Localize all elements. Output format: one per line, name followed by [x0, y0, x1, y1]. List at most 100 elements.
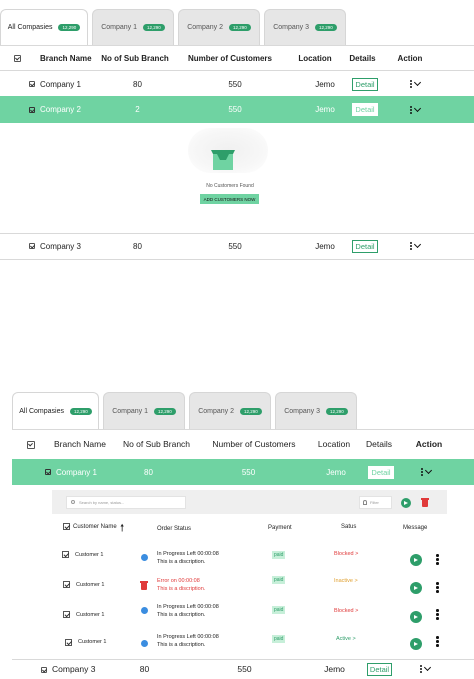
detail-button[interactable]: Detail [366, 662, 393, 676]
sort-arrow-icon[interactable]: 🠕 [120, 521, 124, 538]
tab-label: Company 1 [112, 407, 149, 415]
table-row[interactable]: Company 3 80 550 Jemo Detail [0, 238, 474, 254]
chevron-down-icon[interactable] [423, 663, 431, 672]
tab-company-1[interactable]: Company 1 12,290 [92, 9, 174, 45]
tab-all-companies[interactable]: All Compasies 12,290 [0, 9, 88, 45]
send-message-icon[interactable] [410, 611, 422, 623]
send-message-icon[interactable] [410, 554, 422, 566]
tab-badge: 12,290 [69, 407, 92, 415]
chevron-down-icon[interactable] [413, 240, 422, 249]
col-action: Action [397, 53, 423, 63]
customer-name: Customer 1 [78, 639, 107, 645]
tab-company-3[interactable]: Company 3 12,290 [264, 9, 346, 45]
order-status: In Progress Left 00:00:08 [157, 634, 219, 640]
tab-label: Company 2 [198, 407, 235, 415]
more-icon[interactable] [436, 609, 439, 620]
search-input[interactable]: Search by name, status... [66, 496, 186, 509]
order-description: This is a discription. [157, 586, 206, 592]
col-sub-branch: No of Sub Branch [101, 53, 169, 63]
tab-company-3[interactable]: Company 3 12,290 [275, 392, 357, 429]
status-link[interactable]: Active > [336, 636, 356, 642]
table-row[interactable]: Company 3 80 550 Jemo Detail [12, 661, 474, 677]
order-status: Error on 00:00:08 [157, 578, 200, 584]
more-icon[interactable] [436, 636, 439, 647]
error-trash-icon[interactable] [140, 581, 148, 590]
table-row-selected[interactable]: Company 1 80 550 Jemo Detail [12, 459, 474, 485]
row-checkbox[interactable] [45, 469, 51, 476]
status-link[interactable]: Inactive > [334, 578, 358, 584]
more-icon[interactable] [410, 80, 412, 88]
tab-label: Company 2 [187, 24, 224, 31]
detail-button[interactable]: Detail [368, 465, 394, 479]
tab-label: Company 3 [273, 24, 310, 31]
location: Jemo [315, 241, 335, 251]
sub-branch-count: 80 [133, 79, 142, 89]
order-description: This is a discription. [157, 612, 206, 618]
select-all-customers-checkbox[interactable] [63, 523, 70, 530]
branch-name: Company 3 [52, 664, 96, 674]
detail-button[interactable]: Detail [352, 103, 378, 116]
col-details: Details [349, 53, 376, 63]
add-customers-button[interactable]: ADD CUSTOMERS NOW [200, 194, 259, 204]
row-divider [12, 659, 474, 660]
send-message-icon[interactable] [410, 582, 422, 594]
customer-checkbox[interactable] [65, 639, 72, 646]
row-divider [0, 233, 474, 234]
top-tab-bar: All Compasies 12,290 Company 1 12,290 Co… [0, 9, 346, 45]
row-divider [0, 70, 474, 71]
customer-checkbox[interactable] [62, 551, 69, 558]
order-description: This is a discription. [157, 642, 206, 648]
customer-checkbox[interactable] [63, 611, 70, 618]
row-checkbox[interactable] [41, 666, 47, 673]
tab-badge: 12,290 [154, 407, 176, 415]
col-action: Action [415, 439, 443, 449]
more-icon[interactable] [436, 554, 439, 565]
row-checkbox[interactable] [29, 106, 35, 113]
tab-label: Company 3 [284, 407, 321, 415]
tab-label: All Compasies [7, 24, 53, 31]
tab-all-companies[interactable]: All Compasies 12,290 [12, 392, 99, 429]
more-icon[interactable] [421, 468, 423, 476]
filter-button[interactable]: Filter [359, 496, 392, 509]
customer-checkbox[interactable] [63, 581, 70, 588]
select-all-checkbox[interactable] [14, 54, 21, 62]
trash-icon[interactable] [421, 498, 429, 507]
col-customers: Number of Customers [212, 439, 296, 449]
detail-button[interactable]: Detail [352, 77, 378, 91]
col-payment: Payment [268, 525, 292, 531]
search-placeholder: Search by name, status... [79, 500, 125, 505]
table-row-selected[interactable]: Company 2 2 550 Jemo Detail [0, 96, 474, 123]
send-message-icon[interactable] [410, 638, 422, 650]
status-link[interactable]: Blocked > [334, 608, 358, 614]
customer-name: Customer 1 [76, 612, 105, 618]
detail-button[interactable]: Detail [352, 239, 378, 253]
sub-branch-count: 80 [144, 467, 153, 477]
more-icon[interactable] [436, 582, 439, 593]
chevron-down-icon[interactable] [413, 78, 422, 87]
tab-company-2[interactable]: Company 2 12,290 [189, 392, 271, 429]
send-icon[interactable] [401, 498, 411, 508]
tab-badge: 12,290 [240, 407, 262, 415]
more-icon[interactable] [419, 665, 422, 673]
col-location: Location [298, 53, 332, 63]
sub-branch-count: 80 [139, 664, 150, 674]
select-all-checkbox[interactable] [26, 440, 35, 449]
tab-company-1[interactable]: Company 1 12,290 [103, 392, 185, 429]
status-link[interactable]: Blocked > [334, 551, 358, 557]
order-description: This is a discription. [157, 559, 206, 565]
col-location: Location [317, 439, 351, 449]
subtable-toolbar: Search by name, status... Filter [52, 490, 447, 514]
col-message: Message [403, 525, 428, 531]
row-checkbox[interactable] [29, 243, 35, 250]
col-sub-branch: No of Sub Branch [122, 439, 191, 449]
tab-badge: 12,290 [315, 24, 337, 31]
table-row[interactable]: Company 1 80 550 Jemo Detail [0, 76, 474, 92]
tab-company-2[interactable]: Company 2 12,290 [178, 9, 260, 45]
more-icon[interactable] [410, 105, 412, 114]
chevron-down-icon[interactable] [424, 466, 433, 475]
row-divider [0, 259, 474, 260]
more-icon[interactable] [410, 242, 412, 250]
col-status: Satus [341, 524, 357, 530]
chevron-down-icon[interactable] [413, 104, 422, 112]
row-checkbox[interactable] [29, 81, 35, 88]
